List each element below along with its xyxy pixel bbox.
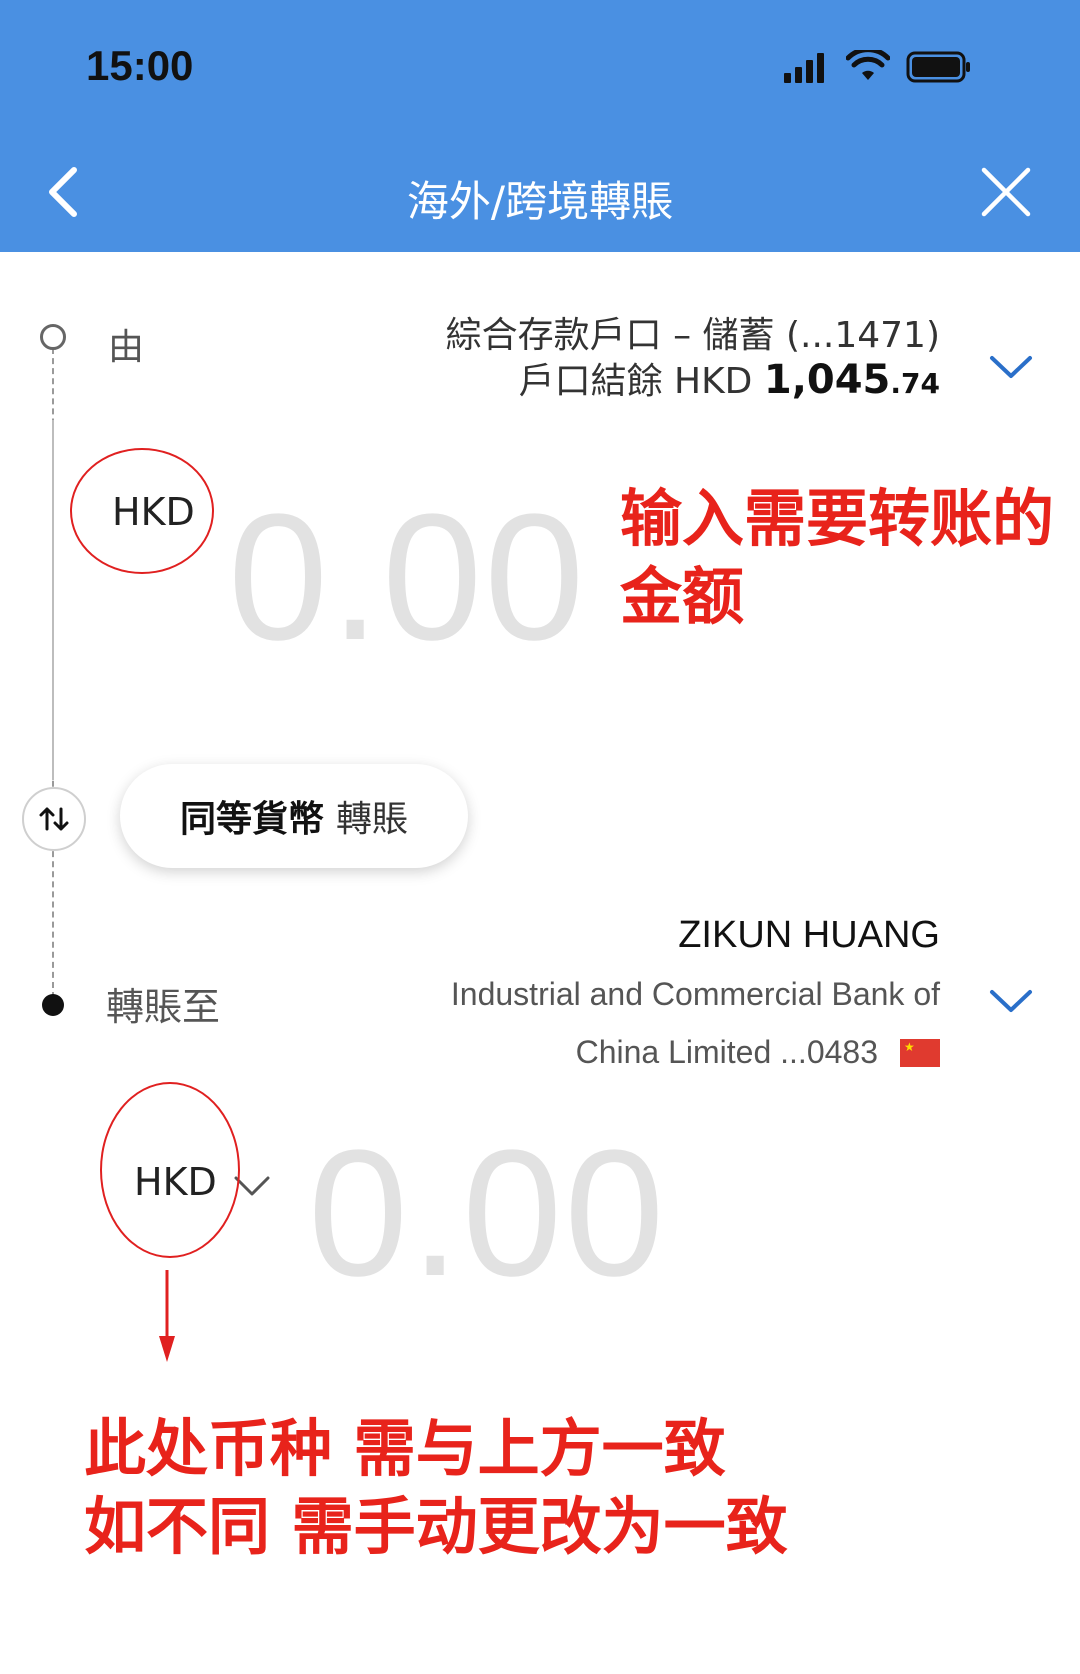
from-account-dropdown[interactable] xyxy=(988,352,1034,382)
chevron-down-icon xyxy=(990,356,1032,378)
chevron-down-icon xyxy=(990,990,1032,1012)
payee-name[interactable]: ZIKUN HUANG xyxy=(678,914,940,957)
balance-main: 1,045 xyxy=(763,357,891,403)
timeline-line-solid xyxy=(52,420,54,780)
payee-bank-line2: China Limited ...0483 ★ xyxy=(576,1034,940,1071)
status-icons xyxy=(782,50,972,84)
equal-currency-transfer-button[interactable]: 同等貨幣 轉賬 xyxy=(120,764,468,868)
swap-arrows-icon xyxy=(39,807,69,831)
annotation-text-currency: 此处币种 需与上方一致 如不同 需手动更改为一致 xyxy=(84,1412,788,1563)
equal-currency-bold: 同等貨幣 xyxy=(179,799,324,840)
account-balance: 戶口結餘 HKD 1,045.74 xyxy=(519,352,940,404)
timeline-node-from xyxy=(40,324,66,350)
swap-button[interactable] xyxy=(22,787,86,851)
annotation-circle-to-currency xyxy=(100,1082,240,1258)
equal-currency-light: 轉賬 xyxy=(336,799,409,840)
balance-prefix: 戶口結餘 HKD xyxy=(518,361,764,402)
china-flag-icon: ★ xyxy=(900,1038,940,1067)
payee-dropdown[interactable] xyxy=(988,986,1034,1016)
payee-bank-line2-text: China Limited ...0483 xyxy=(575,1034,878,1070)
annotation-circle-from-currency xyxy=(70,448,214,574)
signal-icon xyxy=(784,53,824,83)
from-account-name[interactable]: 綜合存款戶口 – 儲蓄 (...1471) xyxy=(446,306,940,358)
annotation-text-amount: 输入需要转账的 金额 xyxy=(620,482,1055,633)
to-label: 轉賬至 xyxy=(106,985,221,1029)
wifi-icon xyxy=(846,50,890,80)
from-label: 由 xyxy=(108,327,145,368)
payee-bank-line1: Industrial and Commercial Bank of xyxy=(450,976,940,1012)
to-amount-input[interactable]: 0.00 xyxy=(308,1124,666,1304)
timeline-node-to xyxy=(42,994,64,1016)
battery-icon xyxy=(906,51,970,83)
status-time: 15:00 xyxy=(86,42,194,89)
annotation-arrow xyxy=(159,1270,175,1362)
balance-decimal: .74 xyxy=(890,367,940,400)
close-button[interactable] xyxy=(978,164,1034,220)
app-header: 15:00 海外/跨境轉賬 xyxy=(0,0,1080,252)
from-amount-input[interactable]: 0.00 xyxy=(228,488,586,668)
close-icon xyxy=(981,167,1031,217)
page-title: 海外/跨境轉賬 xyxy=(406,177,674,226)
